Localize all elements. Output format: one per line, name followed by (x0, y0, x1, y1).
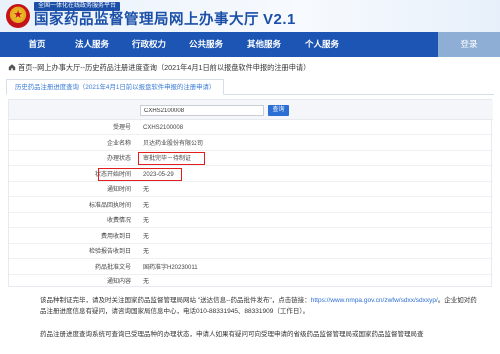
row-value: 无 (143, 233, 150, 240)
nav-item-other-service[interactable]: 其他服务 (239, 32, 289, 57)
row-label: 费用收到日 (100, 233, 131, 240)
site-title[interactable]: 国家药品监督管理局网上办事大厅 V2.1 (34, 11, 296, 29)
search-button[interactable]: 查询 (268, 105, 289, 116)
main-nav: 首页 法人服务 行政权力 公共服务 其他服务 个人服务 登录 (0, 32, 500, 57)
row-value: 国药准字H20230011 (143, 264, 198, 271)
status-time-highlight-box (98, 167, 182, 181)
result-panel: 查询 受理号 CXHS2100008 企业名称 贝达药业股份有限公司 办理状态 … (8, 99, 493, 289)
row-value: 无 (143, 249, 150, 255)
table-row: 通知时间 无 (9, 184, 493, 198)
row-value: 无 (143, 202, 150, 209)
row-label: 收费情况 (106, 218, 131, 224)
breadcrumb: 首页--网上办事大厅--历史药品注册进度查询（2021年4月1日前以报盘软件申报… (8, 63, 310, 73)
nav-item-admin-power[interactable]: 行政权力 (124, 32, 174, 57)
nav-item-personal-service[interactable]: 个人服务 (297, 32, 347, 57)
row-value: CXHS2100008 (143, 125, 184, 131)
row-label: 检验报告收到日 (88, 249, 131, 255)
table-row: 检验报告收到日 无 (9, 246, 493, 260)
table-row: 费用收到日 无 (9, 231, 493, 244)
notice-paragraph-1: 该品种制证完毕，请及时关注国家药品监督管理局网站 "送达信息--药品批件发布"，… (40, 296, 480, 317)
row-label: 标准品回执时间 (88, 202, 131, 209)
row-value: 无 (143, 218, 150, 224)
table-row: 受理号 CXHS2100008 (9, 122, 493, 136)
notice-text-prefix: 该品种制证完毕，请及时关注国家药品监督管理局网站 "送达信息--药品批件发布"，… (40, 297, 311, 304)
site-version: V2.1 (263, 11, 296, 28)
row-value: 无 (143, 187, 150, 193)
row-label: 药品批准文号 (94, 264, 131, 271)
row-label: 通知内容 (106, 278, 131, 285)
notice-link[interactable]: https://www.nmpa.gov.cn/zwfw/sdxx/sdxxyp… (311, 297, 438, 304)
nav-item-public-service[interactable]: 公共服务 (181, 32, 231, 57)
table-row: 收费情况 无 (9, 215, 493, 229)
row-label: 办理状态 (106, 156, 131, 162)
table-row: 通知内容 无 (9, 276, 493, 289)
table-row: 标准品回执时间 无 (9, 200, 493, 213)
table-row: 状态开始时间 2023-05-29 (9, 169, 493, 182)
row-label: 企业名称 (106, 140, 131, 147)
login-button[interactable]: 登录 (438, 32, 500, 57)
row-value: 无 (143, 278, 150, 285)
home-icon (8, 64, 16, 71)
tab-history-progress[interactable]: 历史药品注册进度查询（2021年4月1日前以报盘软件申报的注册申请） (6, 79, 225, 95)
row-value: 贝达药业股份有限公司 (143, 140, 204, 147)
table-row: 企业名称 贝达药业股份有限公司 (9, 138, 493, 151)
national-emblem-icon: ★ (6, 4, 30, 28)
site-title-main: 国家药品监督管理局 (34, 12, 169, 28)
row-label: 受理号 (112, 125, 131, 131)
site-title-sub: 网上办事大厅 (169, 12, 259, 28)
notice-paragraph-2: 药品注册进度查询系统可查询已受理品种的办理状态，申请人如果有疑问可向受理申请的省… (40, 330, 480, 341)
site-header: ★ 全国一体化在线政务服务平台 国家药品监督管理局网上办事大厅 V2.1 (0, 0, 500, 32)
platform-tag: 全国一体化在线政务服务平台 (34, 2, 121, 11)
nav-item-legal-person[interactable]: 法人服务 (67, 32, 117, 57)
nav-item-home[interactable]: 首页 (12, 32, 62, 57)
row-label: 通知时间 (106, 187, 131, 193)
table-row: 办理状态 审批完毕－待制证 (9, 153, 493, 167)
search-input[interactable] (140, 105, 264, 116)
breadcrumb-text[interactable]: 首页--网上办事大厅--历史药品注册进度查询（2021年4月1日前以报盘软件申报… (18, 63, 310, 72)
table-row: 药品批准文号 国药准字H20230011 (9, 262, 493, 275)
status-highlight-box (138, 152, 205, 165)
search-row: 查询 (9, 100, 493, 120)
notice-text-line2: 药品注册进度查询系统可查询已受理品种的办理状态，申请人如果有疑问可向受理申请的省… (40, 331, 424, 338)
